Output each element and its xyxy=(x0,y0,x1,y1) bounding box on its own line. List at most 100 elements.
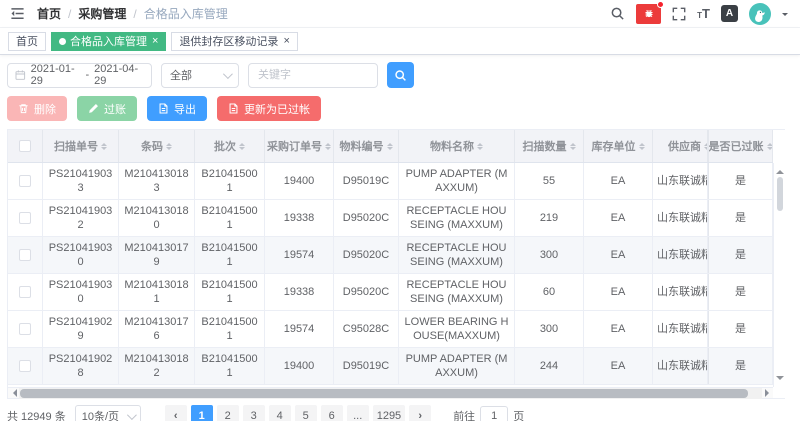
page-button[interactable]: 3 xyxy=(243,405,265,421)
delete-button[interactable]: 删除 xyxy=(7,96,67,121)
update-posted-button[interactable]: 更新为已过帐 xyxy=(217,96,321,121)
row-select-cell xyxy=(8,200,43,236)
column-header[interactable]: 物料名称 xyxy=(399,130,515,162)
table-row[interactable]: PS210419030M2104130181B21041500119338D95… xyxy=(8,274,773,311)
search-button[interactable] xyxy=(387,62,414,88)
row-select-cell xyxy=(8,163,43,199)
scroll-up-icon[interactable] xyxy=(776,166,784,174)
select-value: 全部 xyxy=(170,67,192,83)
page-button[interactable]: 1 xyxy=(191,405,213,421)
search-icon[interactable] xyxy=(610,6,625,21)
table-cell: 山东联诚精 xyxy=(653,311,708,347)
sort-icon[interactable] xyxy=(101,140,107,153)
avatar[interactable] xyxy=(749,3,771,25)
table-cell: RECEPTACLE HOUSEING (MAXXUM) xyxy=(399,274,515,310)
page-size-select[interactable]: 10条/页 xyxy=(75,405,141,421)
close-icon[interactable] xyxy=(152,36,158,47)
bug-button[interactable] xyxy=(636,4,661,24)
page-ellipsis[interactable]: ... xyxy=(347,405,369,421)
page-button[interactable]: 2 xyxy=(217,405,239,421)
table-cell: B210415001 xyxy=(195,348,265,384)
sort-icon[interactable] xyxy=(166,140,172,153)
sort-icon[interactable] xyxy=(767,140,773,153)
page-button[interactable]: 6 xyxy=(321,405,343,421)
hamburger-icon[interactable] xyxy=(10,6,25,21)
sort-icon[interactable] xyxy=(570,140,576,153)
button-label: 更新为已过帐 xyxy=(244,101,310,117)
keyword-input[interactable] xyxy=(248,63,378,88)
breadcrumb-home[interactable]: 首页 xyxy=(37,5,61,22)
sort-icon[interactable] xyxy=(477,140,483,153)
select-all-checkbox[interactable] xyxy=(19,140,31,152)
font-size-icon[interactable]: TT xyxy=(697,7,710,20)
table-cell: C95028C xyxy=(334,311,399,347)
table-row[interactable]: PS210419033M2104130183B21041500119400D95… xyxy=(8,163,773,200)
table-cell: B210415001 xyxy=(195,200,265,236)
tab-label: 首页 xyxy=(16,33,38,49)
table-cell: PS210419029 xyxy=(43,311,119,347)
table-cell: 19338 xyxy=(265,274,334,310)
horizontal-scroll-thumb[interactable] xyxy=(20,389,748,398)
breadcrumb: 首页 / 采购管理 / 合格品入库管理 xyxy=(37,5,228,22)
column-header[interactable]: 采购订单号 xyxy=(265,130,334,162)
table-row[interactable]: PS210419030M2104130179B21041500119574D95… xyxy=(8,237,773,274)
table: 扫描单号条码批次采购订单号物料编号物料名称扫描数量库存单位供应商是否已过账 PS… xyxy=(7,129,785,399)
tab-qualified-inbound[interactable]: 合格品入库管理 xyxy=(51,32,166,51)
tab-return-storage-record[interactable]: 退供封存区移动记录 xyxy=(171,32,297,51)
sort-icon[interactable] xyxy=(325,140,331,153)
date-range-picker[interactable]: 2021-01-29 - 2021-04-29 xyxy=(7,63,152,88)
next-page-button[interactable]: › xyxy=(409,405,431,421)
export-button[interactable]: 导出 xyxy=(147,96,207,121)
row-checkbox[interactable] xyxy=(19,323,31,335)
column-header[interactable]: 扫描单号 xyxy=(43,130,119,162)
column-header[interactable]: 物料编号 xyxy=(334,130,399,162)
column-header[interactable]: 库存单位 xyxy=(584,130,653,162)
page-button[interactable]: 5 xyxy=(295,405,317,421)
page-button[interactable]: 1295 xyxy=(373,405,405,421)
table-row[interactable]: PS210419028M2104130182B21041500119400D95… xyxy=(8,348,773,385)
row-checkbox[interactable] xyxy=(19,360,31,372)
column-header[interactable]: 条码 xyxy=(119,130,195,162)
post-button[interactable]: 过账 xyxy=(77,96,137,121)
close-icon[interactable] xyxy=(283,36,289,47)
edit-icon xyxy=(88,103,99,114)
vertical-scrollbar[interactable] xyxy=(773,163,785,387)
table-cell: 是 xyxy=(708,237,773,273)
table-row[interactable]: PS210419029M2104130176B21041500119574C95… xyxy=(8,311,773,348)
table-row[interactable]: PS210419032M2104130180B21041500119338D95… xyxy=(8,200,773,237)
table-header: 扫描单号条码批次采购订单号物料编号物料名称扫描数量库存单位供应商是否已过账 xyxy=(8,130,773,163)
column-header[interactable]: 批次 xyxy=(195,130,265,162)
notification-badge xyxy=(657,1,664,8)
goto-page-input[interactable] xyxy=(480,406,508,421)
horizontal-scrollbar[interactable] xyxy=(8,387,773,398)
row-checkbox[interactable] xyxy=(19,286,31,298)
language-icon[interactable]: A xyxy=(721,5,738,22)
sort-icon[interactable] xyxy=(639,140,645,153)
caret-down-icon[interactable] xyxy=(782,13,788,19)
scroll-left-icon[interactable] xyxy=(8,388,19,399)
goto-label: 前往 xyxy=(453,408,475,421)
scroll-right-icon[interactable] xyxy=(762,388,773,399)
table-cell: M2104130179 xyxy=(119,237,195,273)
sort-icon[interactable] xyxy=(387,140,393,153)
table-cell: 山东联诚精 xyxy=(653,200,708,236)
row-checkbox[interactable] xyxy=(19,212,31,224)
fullscreen-icon[interactable] xyxy=(672,7,686,21)
scroll-down-icon[interactable] xyxy=(776,376,784,384)
table-cell: 是 xyxy=(708,274,773,310)
breadcrumb-purchase-mgmt[interactable]: 采购管理 xyxy=(78,5,126,22)
sort-icon[interactable] xyxy=(239,140,245,153)
column-header[interactable]: 扫描数量 xyxy=(515,130,584,162)
column-header[interactable]: 供应商 xyxy=(653,130,708,162)
page-button[interactable]: 4 xyxy=(269,405,291,421)
vertical-scroll-thumb[interactable] xyxy=(777,177,783,211)
row-checkbox[interactable] xyxy=(19,249,31,261)
date-end: 2021-04-29 xyxy=(94,63,144,87)
table-cell: B210415001 xyxy=(195,311,265,347)
tab-home[interactable]: 首页 xyxy=(8,32,46,51)
prev-page-button[interactable]: ‹ xyxy=(165,405,187,421)
row-checkbox[interactable] xyxy=(19,175,31,187)
table-cell: 244 xyxy=(515,348,584,384)
column-header[interactable]: 是否已过账 xyxy=(708,130,773,162)
category-select[interactable]: 全部 xyxy=(161,63,239,88)
